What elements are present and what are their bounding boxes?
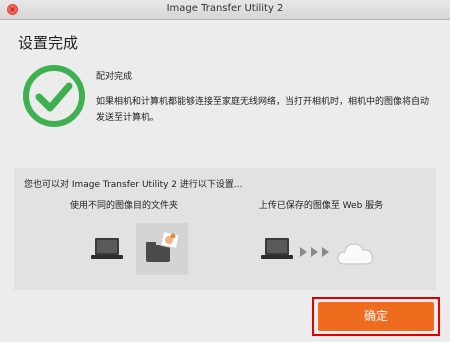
window-title: Image Transfer Utility 2: [166, 3, 284, 14]
transfer-arrows-icon: [300, 247, 329, 257]
option-folder-caption: 使用不同的图像目的文件夹: [69, 201, 178, 211]
cloud-icon: [337, 243, 373, 265]
pairing-complete-label: 配对完成: [96, 72, 133, 82]
option-web-service-caption: 上传已保存的图像至 Web 服务: [258, 201, 384, 211]
page-title: 设置完成: [18, 34, 79, 52]
confirm-button[interactable]: 确定: [318, 302, 434, 331]
additional-settings-panel: 您也可以对 Image Transfer Utility 2 进行以下设置...…: [14, 168, 436, 290]
check-circle-icon: [23, 65, 85, 127]
image-folder-icon: [146, 230, 180, 262]
pairing-description: 如果相机和计算机都能够连接至家庭无线网络，当打开相机时，相机中的图像将自动发送至…: [96, 97, 430, 123]
folder-option-tile: [136, 223, 188, 275]
title-bar: × Image Transfer Utility 2: [0, 0, 450, 20]
laptop-icon: [91, 238, 123, 259]
panel-title: 您也可以对 Image Transfer Utility 2 进行以下设置...: [24, 180, 243, 190]
laptop-icon: [261, 238, 293, 259]
